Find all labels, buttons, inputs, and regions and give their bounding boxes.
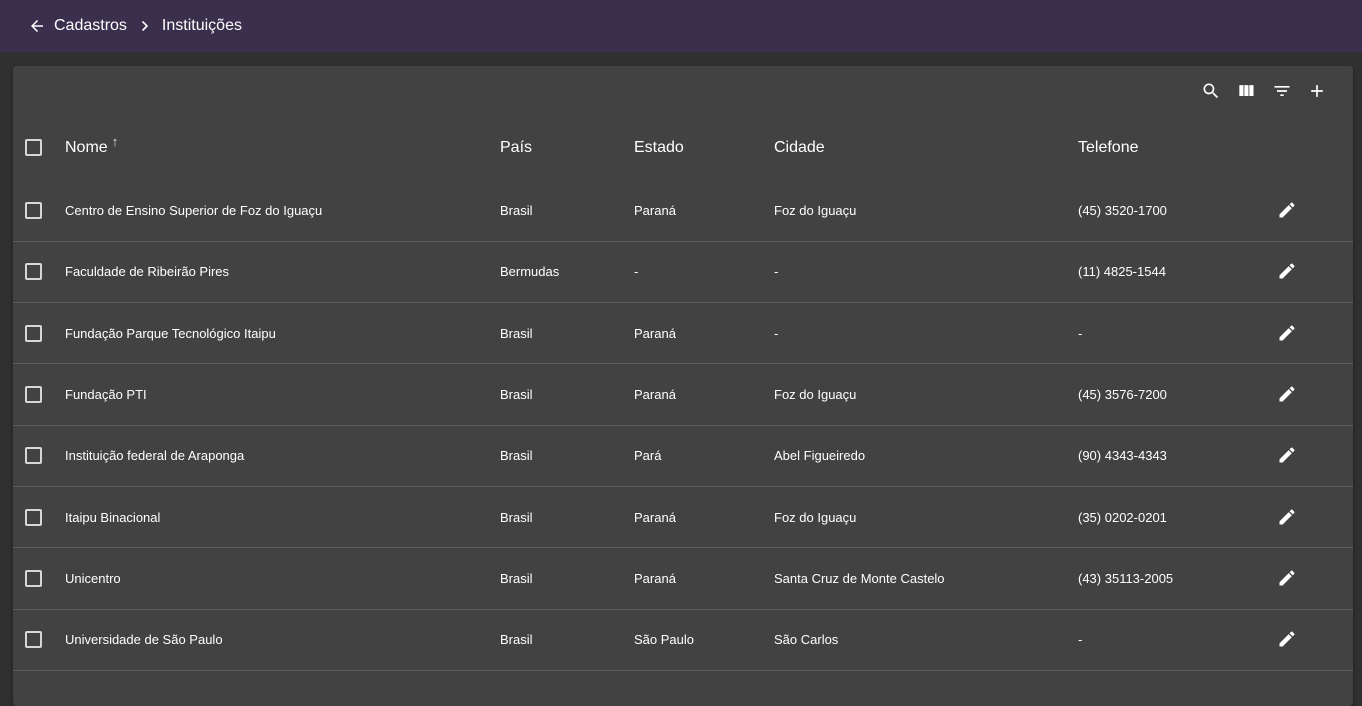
table-row[interactable]: Faculdade de Ribeirão Pires Bermudas - -… (13, 241, 1353, 303)
chevron-right-icon (140, 20, 150, 32)
view-column-icon[interactable] (1234, 79, 1258, 103)
cell-cidade: Santa Cruz de Monte Castelo (774, 570, 945, 586)
row-checkbox[interactable] (25, 447, 42, 465)
cell-pais: Brasil (500, 448, 533, 464)
table-row[interactable]: Instituição federal de Araponga Brasil P… (13, 425, 1353, 487)
cell-pais: Bermudas (500, 264, 560, 280)
edit-icon[interactable] (1275, 259, 1299, 283)
cell-cidade: - (774, 264, 779, 280)
row-checkbox[interactable] (25, 324, 42, 342)
cell-estado: Pará (634, 448, 662, 464)
cell-estado: Paraná (634, 387, 676, 403)
cell-nome: Unicentro (65, 570, 121, 586)
row-checkbox[interactable] (25, 201, 42, 219)
cell-nome: Instituição federal de Araponga (65, 448, 245, 464)
row-checkbox[interactable] (25, 569, 42, 587)
cell-nome: Centro de Ensino Superior de Foz do Igua… (65, 202, 323, 218)
arrow-upward-icon: ↑ (111, 134, 119, 149)
row-checkbox[interactable] (25, 386, 42, 404)
cell-cidade: - (774, 325, 779, 341)
cell-telefone: (43) 35113-2005 (1078, 570, 1174, 586)
search-icon[interactable] (1199, 79, 1223, 103)
row-checkbox[interactable] (25, 631, 42, 649)
column-header-estado[interactable]: Estado (634, 116, 774, 180)
column-header-label: Cidade (774, 139, 825, 156)
row-checkbox[interactable] (25, 263, 42, 281)
edit-icon[interactable] (1275, 382, 1299, 406)
cell-nome: Itaipu Binacional (65, 509, 161, 525)
cell-nome: Faculdade de Ribeirão Pires (65, 264, 230, 280)
top-app-bar: Cadastros Instituições (0, 0, 1362, 52)
edit-icon[interactable] (1275, 566, 1299, 590)
cell-cidade: Foz do Iguaçu (774, 509, 857, 525)
cell-telefone: (35) 0202-0201 (1078, 509, 1167, 525)
column-header-label: Nome (65, 139, 108, 156)
cell-nome: Fundação PTI (65, 387, 147, 403)
breadcrumb-current: Instituições (161, 17, 242, 34)
cell-estado: Paraná (634, 570, 676, 586)
table-row[interactable]: Fundação PTI Brasil Paraná Foz do Iguaçu… (13, 364, 1353, 426)
cell-estado: - (634, 264, 639, 280)
column-header-telefone[interactable]: Telefone (1078, 116, 1273, 180)
edit-icon[interactable] (1275, 198, 1299, 222)
add-icon[interactable] (1305, 79, 1329, 103)
institutions-table: Nome ↑ País Estado Cidade Telefone Centro… (13, 116, 1353, 671)
table-row[interactable]: Itaipu Binacional Brasil Paraná Foz do I… (13, 486, 1353, 548)
institutions-table-panel: Nome ↑ País Estado Cidade Telefone Centro… (13, 66, 1353, 706)
cell-estado: São Paulo (634, 632, 694, 648)
cell-telefone: (45) 3576-7200 (1078, 387, 1167, 403)
filter-list-icon[interactable] (1270, 79, 1294, 103)
column-header-label: Telefone (1078, 139, 1139, 156)
cell-telefone: - (1078, 325, 1083, 341)
arrow-back-icon[interactable] (26, 15, 48, 37)
edit-icon[interactable] (1275, 505, 1299, 529)
cell-cidade: São Carlos (774, 632, 839, 648)
select-all-checkbox[interactable] (25, 139, 42, 157)
row-checkbox[interactable] (25, 508, 42, 526)
cell-pais: Brasil (500, 509, 533, 525)
edit-icon[interactable] (1275, 627, 1299, 651)
cell-telefone: (45) 3520-1700 (1078, 202, 1167, 218)
column-header-label: País (500, 139, 533, 156)
column-header-cidade[interactable]: Cidade (774, 116, 1078, 180)
cell-estado: Paraná (634, 202, 676, 218)
table-row[interactable]: Unicentro Brasil Paraná Santa Cruz de Mo… (13, 548, 1353, 610)
cell-cidade: Foz do Iguaçu (774, 387, 857, 403)
cell-pais: Brasil (500, 325, 533, 341)
cell-pais: Brasil (500, 202, 533, 218)
cell-cidade: Foz do Iguaçu (774, 202, 857, 218)
cell-pais: Brasil (500, 387, 533, 403)
column-header-nome[interactable]: Nome ↑ (65, 116, 500, 180)
cell-pais: Brasil (500, 632, 533, 648)
cell-cidade: Abel Figueiredo (774, 448, 866, 464)
cell-pais: Brasil (500, 570, 533, 586)
cell-telefone: - (1078, 632, 1083, 648)
table-row[interactable]: Fundação Parque Tecnológico Itaipu Brasi… (13, 303, 1353, 364)
cell-estado: Paraná (634, 325, 676, 341)
cell-nome: Universidade de São Paulo (65, 632, 223, 648)
edit-icon[interactable] (1275, 443, 1299, 467)
table-row[interactable]: Universidade de São Paulo Brasil São Pau… (13, 609, 1353, 671)
table-header-row: Nome ↑ País Estado Cidade Telefone (13, 116, 1353, 180)
cell-telefone: (90) 4343-4343 (1078, 448, 1167, 464)
table-row[interactable]: Centro de Ensino Superior de Foz do Igua… (13, 180, 1353, 242)
cell-nome: Fundação Parque Tecnológico Itaipu (65, 325, 276, 341)
cell-telefone: (11) 4825-1544 (1078, 264, 1166, 280)
table-toolbar (13, 66, 1353, 116)
column-header-label: Estado (634, 139, 684, 156)
edit-icon[interactable] (1275, 321, 1299, 345)
column-header-pais[interactable]: País (500, 116, 634, 180)
cell-estado: Paraná (634, 509, 676, 525)
breadcrumb-parent[interactable]: Cadastros (54, 17, 127, 35)
